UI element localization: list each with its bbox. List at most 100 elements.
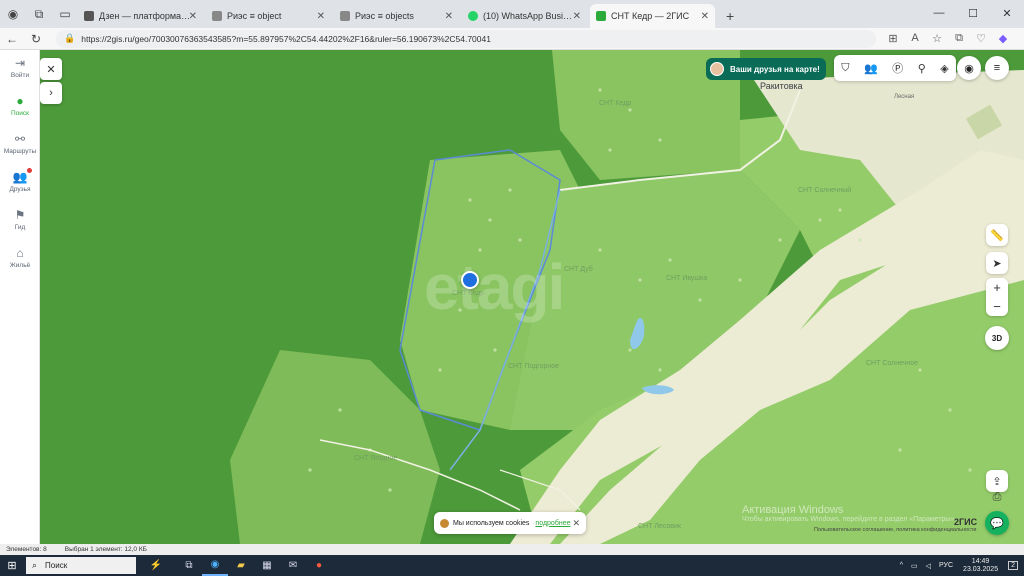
sidebar-item-search[interactable]: ● Поиск xyxy=(0,94,40,117)
zoom-in-button[interactable]: + xyxy=(986,278,1008,297)
url-field[interactable]: 🔒 https://2gis.ru/geo/70030076363543585?… xyxy=(56,29,876,48)
notifications-badge[interactable]: 2 xyxy=(1008,561,1018,570)
close-panel-button[interactable]: ✕ xyxy=(40,58,62,80)
friends-banner[interactable]: Ваши друзья на карте! xyxy=(706,58,826,80)
watermark: etagi xyxy=(424,251,565,323)
favorite-star-icon[interactable]: ☆ xyxy=(926,32,948,45)
ruler-button[interactable]: 📏 xyxy=(986,224,1008,246)
close-tab-icon[interactable]: ✕ xyxy=(317,11,325,22)
reload-icon[interactable]: ↻ xyxy=(24,32,48,46)
new-tab-button[interactable]: + xyxy=(718,4,742,28)
sidebar-item-login[interactable]: ⇥ Войти xyxy=(0,56,40,79)
windows-start-icon[interactable]: ⊞ xyxy=(0,559,24,572)
layers-icon[interactable]: ◈ xyxy=(940,62,948,75)
taskbar-search[interactable]: ⌕ Поиск xyxy=(26,557,136,574)
location-pin-icon[interactable] xyxy=(461,271,479,289)
user-profile-button[interactable]: ◉ xyxy=(957,56,981,80)
close-tab-icon[interactable]: ✕ xyxy=(701,11,709,22)
ries-favicon-icon xyxy=(340,11,350,21)
fuel-icon[interactable]: ⚲ xyxy=(918,62,926,75)
zoom-out-button[interactable]: − xyxy=(986,297,1008,316)
sidebar-item-guide[interactable]: ⚑ Гид xyxy=(0,208,40,231)
friends-layer-icon[interactable]: 👥 xyxy=(864,62,878,75)
snt-label: СНТ Дуб xyxy=(564,266,593,273)
language-indicator[interactable]: РУС xyxy=(939,562,953,569)
system-tray: ^ ▭ ◁ РУС 14:49 23.03.2025 2 xyxy=(896,558,1024,574)
my-location-button[interactable]: ➤ xyxy=(986,252,1008,274)
sidebar-item-label: Маршруты xyxy=(3,148,37,155)
traffic-icon[interactable]: ⛉ xyxy=(841,62,849,75)
map-canvas[interactable]: Ракитовка Лесная СНТ Кедр СНТ Кедр СНТ С… xyxy=(40,50,1024,544)
minimize-icon[interactable]: — xyxy=(922,0,956,26)
task-view-icon[interactable]: ⧉ xyxy=(176,555,202,576)
profile-icon[interactable]: ◉ xyxy=(2,3,24,25)
legal-links[interactable]: Пользовательское соглашение, политика ко… xyxy=(814,527,976,533)
selected-info: Выбран 1 элемент: 12,0 КБ xyxy=(64,546,147,553)
close-cookie-icon[interactable]: ✕ xyxy=(572,518,580,529)
close-tab-icon[interactable]: ✕ xyxy=(573,11,581,22)
tab-ries-object[interactable]: Риэс ≡ object ✕ xyxy=(206,4,331,28)
sidebar-item-routes[interactable]: ⚯ Маршруты xyxy=(0,132,40,155)
snt-label: СНТ Солнечный xyxy=(798,187,852,194)
tab-2gis[interactable]: СНТ Кедр — 2ГИС ✕ xyxy=(590,4,715,28)
volume-icon[interactable]: ◁ xyxy=(926,562,931,570)
tab-ries-objects[interactable]: Риэс ≡ objects ✕ xyxy=(334,4,459,28)
maximize-icon[interactable]: ☐ xyxy=(956,0,990,26)
close-tab-icon[interactable]: ✕ xyxy=(445,11,453,22)
windows-taskbar: ⊞ ⌕ Поиск ⚡ ⧉ ◉ ▰ ▦ ✉ ● ^ ▭ ◁ РУС 14:49 … xyxy=(0,555,1024,576)
close-window-icon[interactable]: ✕ xyxy=(990,0,1024,26)
workspaces-icon[interactable]: ⧉ xyxy=(28,3,50,25)
edge-icon[interactable]: ◉ xyxy=(202,555,228,576)
explorer-icon[interactable]: ▰ xyxy=(228,555,254,576)
parking-icon[interactable]: Ⓟ xyxy=(892,60,903,76)
cookie-text: Мы используем cookies xyxy=(453,519,530,527)
sidebar-item-label: Поиск xyxy=(10,110,29,117)
network-icon[interactable]: ▭ xyxy=(911,562,918,570)
back-icon[interactable]: ← xyxy=(0,32,24,46)
tab-dzen[interactable]: Дзен — платформа для просмо ✕ xyxy=(78,4,203,28)
menu-button[interactable]: ≡ xyxy=(985,56,1009,80)
3d-button[interactable]: 3D xyxy=(985,326,1009,350)
2gis-favicon-icon xyxy=(596,11,606,21)
tab-actions-icon[interactable]: ▭ xyxy=(54,3,76,25)
cookie-more-link[interactable]: подробнее xyxy=(535,520,570,527)
tab-label: Дзен — платформа для просмо xyxy=(99,11,191,21)
address-bar-actions: ⊞ A ☆ ⧉ ♡ ◆ xyxy=(882,32,1014,45)
expand-panel-button[interactable]: › xyxy=(40,82,62,104)
sidebar-item-housing[interactable]: ⌂ Жильё xyxy=(0,246,40,269)
collections-icon[interactable]: ⧉ xyxy=(948,32,970,45)
tab-label: (10) WhatsApp Business xyxy=(483,11,575,21)
window-controls: — ☐ ✕ xyxy=(922,0,1024,26)
chat-button[interactable]: 💬 xyxy=(985,511,1009,535)
sidebar-item-friends[interactable]: 👥 Друзья xyxy=(0,168,40,193)
favorites-icon[interactable]: ♡ xyxy=(970,32,992,45)
search-icon: ⌕ xyxy=(32,560,38,570)
clock-date: 23.03.2025 xyxy=(963,565,999,573)
explorer-status-bar: Элементов: 8 Выбран 1 элемент: 12,0 КБ xyxy=(0,544,1024,555)
2gis-logo[interactable]: 2ГИС xyxy=(954,517,977,527)
friends-icon: 👥 xyxy=(12,170,28,184)
sidebar-item-label: Гид xyxy=(14,224,26,231)
app-sidebar: ⇥ Войти ● Поиск ⚯ Маршруты 👥 Друзья ⚑ Ги… xyxy=(0,50,40,544)
map-layer-tools: ⛉ 👥 Ⓟ ⚲ ◈ xyxy=(834,55,956,81)
activation-subtitle: Чтобы активировать Windows, перейдите в … xyxy=(742,516,957,523)
flag-icon: ⚑ xyxy=(14,208,26,222)
close-tab-icon[interactable]: ✕ xyxy=(189,11,197,22)
yandex-browser-icon[interactable]: ● xyxy=(306,555,332,576)
tab-label: Риэс ≡ objects xyxy=(355,11,414,21)
copilot-icon[interactable]: ◆ xyxy=(992,32,1014,45)
app-install-icon[interactable]: ⊞ xyxy=(882,32,904,45)
sidebar-item-label: Друзья xyxy=(9,186,31,193)
read-aloud-icon[interactable]: A xyxy=(904,32,926,45)
print-icon[interactable]: ⎙ xyxy=(986,486,1008,508)
tray-chevron-icon[interactable]: ^ xyxy=(900,562,903,569)
tab-whatsapp[interactable]: (10) WhatsApp Business ✕ xyxy=(462,4,587,28)
clock[interactable]: 14:49 23.03.2025 xyxy=(963,558,998,574)
store-icon[interactable]: ▦ xyxy=(254,555,280,576)
login-icon: ⇥ xyxy=(14,56,26,70)
dzen-favicon-icon xyxy=(84,11,94,21)
sidebar-item-label: Войти xyxy=(10,72,30,79)
news-widget-icon[interactable]: ⚡ xyxy=(136,555,176,576)
browser-tab-bar: ◉ ⧉ ▭ Дзен — платформа для просмо ✕ Риэс… xyxy=(0,0,1024,28)
mail-icon[interactable]: ✉ xyxy=(280,555,306,576)
